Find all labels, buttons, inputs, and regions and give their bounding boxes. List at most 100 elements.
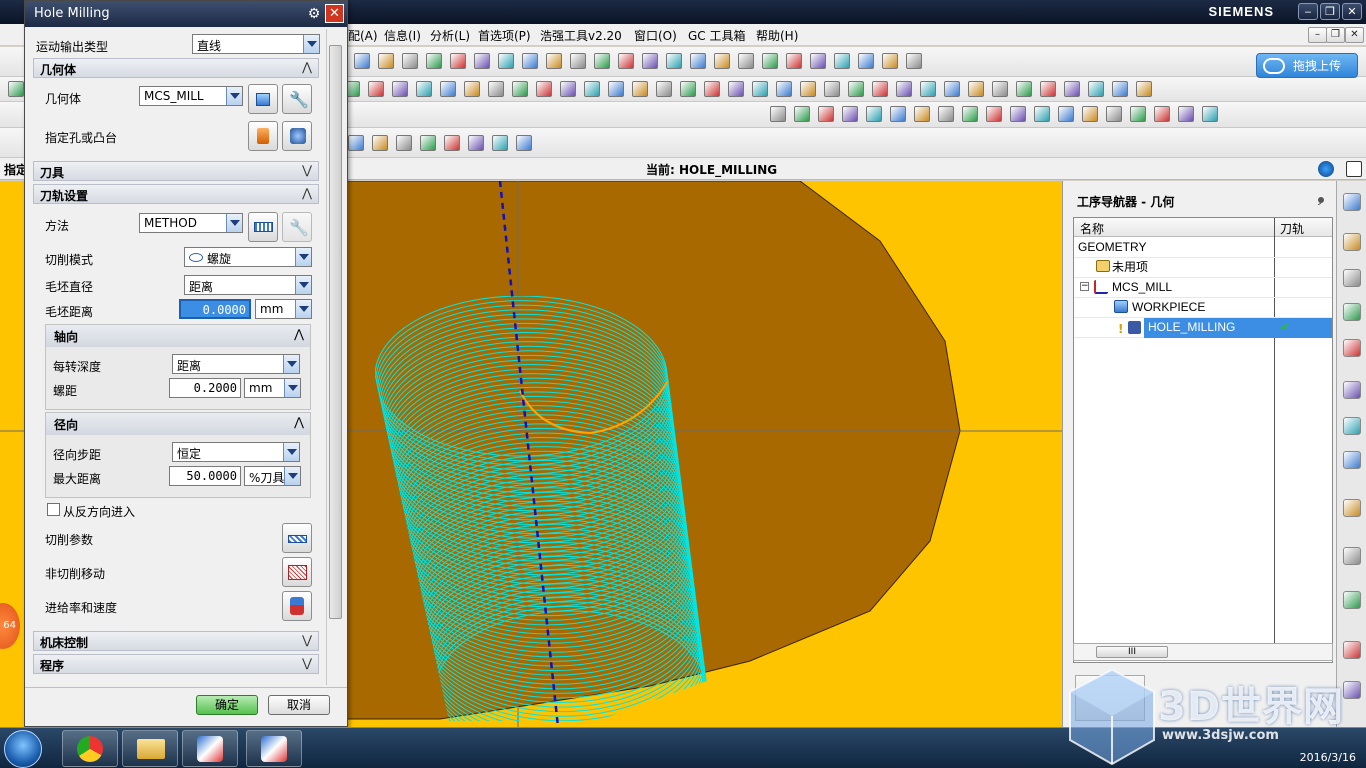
toolbar-tool-icon[interactable] [392,81,408,97]
select-holes-button[interactable] [248,121,278,151]
toolbar-tool-icon[interactable] [348,135,364,151]
close-window-button[interactable]: ✕ [1342,3,1362,20]
toolbar-tool-icon[interactable] [810,53,826,69]
group-axial-header[interactable]: 轴向 ⋀ [46,325,310,347]
toolbar-tool-icon[interactable] [522,53,538,69]
toolbar-tool-icon[interactable] [1136,81,1152,97]
tree-row-unused[interactable]: 未用项 [1074,258,1332,278]
method-select[interactable]: METHOD [139,213,243,233]
toolbar-tool-icon[interactable] [1064,81,1080,97]
resource-tab-icon[interactable] [1343,303,1361,321]
dialog-close-button[interactable]: ✕ [325,4,344,23]
stepover-select[interactable]: 恒定 [172,442,300,462]
toolbar-tool-icon[interactable] [690,53,706,69]
toolbar-tool-icon[interactable] [848,81,864,97]
sub-close-button[interactable]: ✕ [1345,27,1364,43]
geometry-select[interactable]: MCS_MILL [139,86,243,106]
toolbar-tool-icon[interactable] [1130,106,1146,122]
taskbar-app-chrome[interactable] [62,730,118,767]
section-geometry[interactable]: 几何体 ⋀ [33,58,319,78]
toolbar-tool-icon[interactable] [824,81,840,97]
taskbar-app-nx-1[interactable] [182,730,238,767]
tree-row-hole-milling[interactable]: ! HOLE_MILLING ✔ [1074,318,1332,338]
tree-row-geometry[interactable]: GEOMETRY [1074,238,1332,258]
toolbar-tool-icon[interactable] [882,53,898,69]
toolbar-tool-icon[interactable] [546,53,562,69]
resource-tab-icon[interactable] [1343,193,1361,211]
toolbar-tool-icon[interactable] [402,53,418,69]
column-name[interactable]: 名称 [1080,220,1104,237]
pin-icon[interactable] [1316,195,1326,205]
view-icon[interactable] [1318,161,1334,177]
toolbar-tool-icon[interactable] [834,53,850,69]
resource-tab-icon[interactable] [1343,591,1361,609]
toolbar-tool-icon[interactable] [896,81,912,97]
minimize-button[interactable]: ‒ [1298,3,1318,20]
toolbar-tool-icon[interactable] [1178,106,1194,122]
menu-assembly[interactable]: 配(A) [348,27,378,44]
toolbar-tool-icon[interactable] [738,53,754,69]
dialog-scrollbar-thumb[interactable] [329,45,342,619]
blank-distance-unit-select[interactable]: mm [255,299,312,319]
max-distance-unit-select[interactable]: %刀具 [244,466,301,486]
toolbar-tool-icon[interactable] [728,81,744,97]
menu-preferences[interactable]: 首选项(P) [478,27,531,44]
toolbar-tool-icon[interactable] [770,106,786,122]
toolbar-tool-icon[interactable] [666,53,682,69]
pitch-unit-select[interactable]: mm [244,378,301,398]
toolbar-tool-icon[interactable] [818,106,834,122]
toolbar-tool-icon[interactable] [1088,81,1104,97]
restore-button[interactable]: ❐ [1320,3,1340,20]
start-button[interactable] [4,730,42,768]
toolbar-tool-icon[interactable] [1010,106,1026,122]
resource-tab-icon[interactable] [1343,499,1361,517]
non-cutting-button[interactable] [282,557,312,587]
toolbar-tool-icon[interactable] [762,53,778,69]
toolbar-tool-icon[interactable] [440,81,456,97]
resource-tab-icon[interactable] [1343,641,1361,659]
toolbar-tool-icon[interactable] [944,81,960,97]
dialog-titlebar[interactable]: Hole Milling ⚙ ✕ [25,1,347,27]
toolbar-tool-icon[interactable] [906,53,922,69]
toolbar-tool-icon[interactable] [752,81,768,97]
toolbar-tool-icon[interactable] [488,81,504,97]
toolbar-tool-icon[interactable] [468,135,484,151]
depth-per-rev-select[interactable]: 距离 [172,354,300,374]
toolbar-tool-icon[interactable] [776,81,792,97]
toolbar-tool-icon[interactable] [786,53,802,69]
new-method-button[interactable] [248,212,278,242]
toolbar-tool-icon[interactable] [714,53,730,69]
feeds-speeds-button[interactable] [282,591,312,621]
toolbar-tool-icon[interactable] [1058,106,1074,122]
menu-haoqiang-tools[interactable]: 浩强工具v2.20 [540,27,622,44]
tree-row-workpiece[interactable]: WORKPIECE [1074,298,1332,318]
new-geometry-button[interactable] [248,84,278,114]
edit-method-button[interactable]: 🔧 [282,212,312,242]
toolbar-tool-icon[interactable] [858,53,874,69]
toolbar-tool-icon[interactable] [1040,81,1056,97]
toolbar-tool-icon[interactable] [594,53,610,69]
toolbar-tool-icon[interactable] [794,106,810,122]
toolbar-tool-icon[interactable] [1202,106,1218,122]
toolbar-tool-icon[interactable] [584,81,600,97]
toolbar-tool-icon[interactable] [444,135,460,151]
cutting-params-button[interactable] [282,523,312,553]
menu-analysis[interactable]: 分析(L) [430,27,470,44]
toolbar-tool-icon[interactable] [368,81,384,97]
toolbar-tool-icon[interactable] [498,53,514,69]
taskbar-app-nx-2[interactable] [246,730,302,767]
toolbar-tool-icon[interactable] [842,106,858,122]
resource-tab-icon[interactable] [1343,547,1361,565]
edit-geometry-button[interactable]: 🔧 [282,84,312,114]
toolbar-tool-icon[interactable] [986,106,1002,122]
toolbar-tool-icon[interactable] [1082,106,1098,122]
toolbar-tool-icon[interactable] [354,53,370,69]
menu-help[interactable]: 帮助(H) [756,27,798,44]
dialog-scrollbar[interactable] [326,29,344,685]
toolbar-tool-icon[interactable] [426,53,442,69]
cancel-button[interactable]: 取消 [268,695,330,715]
toolbar-tool-icon[interactable] [1016,81,1032,97]
menu-info[interactable]: 信息(I) [384,27,421,44]
toolbar-tool-icon[interactable] [450,53,466,69]
section-machine-control[interactable]: 机床控制 ⋁ [33,631,319,651]
